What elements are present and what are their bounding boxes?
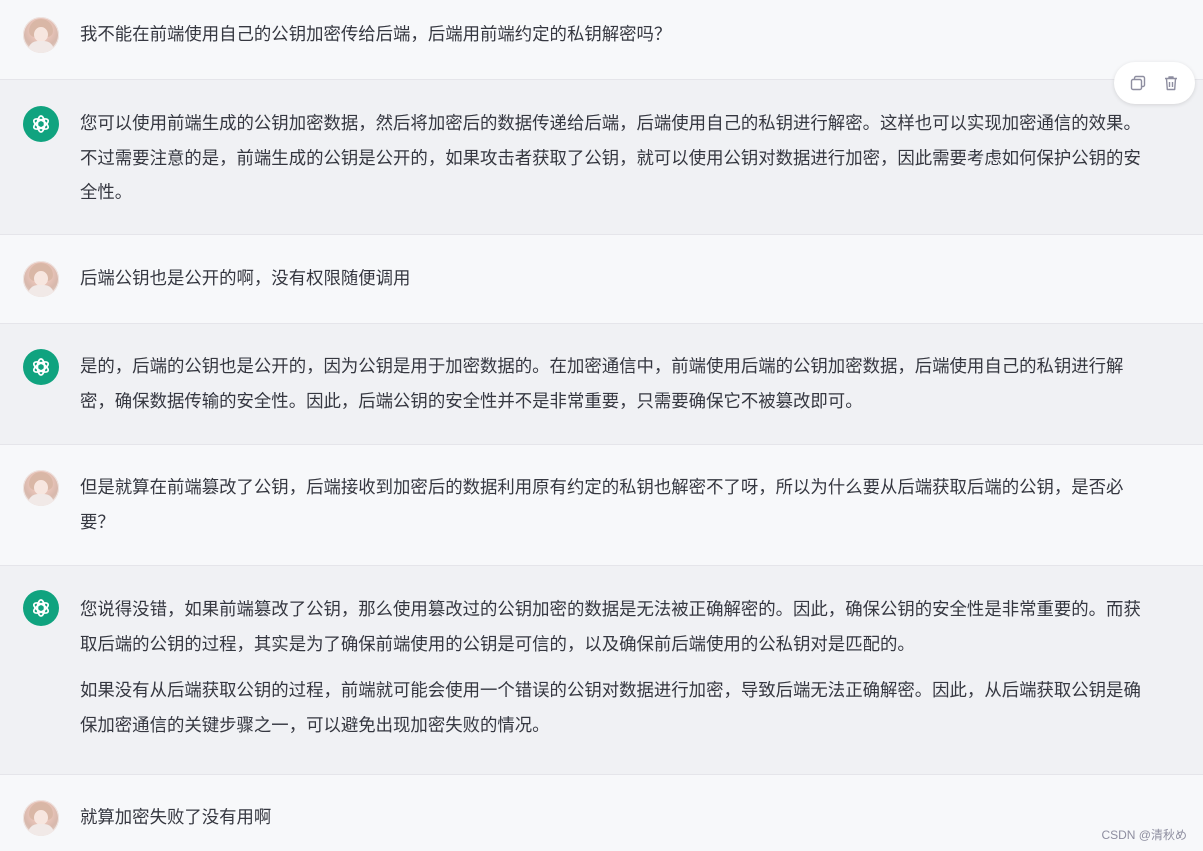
message-user-1: 我不能在前端使用自己的公钥加密传给后端，后端用前端约定的私钥解密吗？ — [0, 0, 1203, 80]
message-user-4: 就算加密失败了没有用啊 — [0, 775, 1203, 851]
message-text: 您可以使用前端生成的公钥加密数据，然后将加密后的数据传递给后端，后端使用自己的私… — [80, 107, 1152, 211]
user-avatar — [23, 800, 59, 836]
assistant-avatar — [23, 590, 59, 626]
message-text: 后端公钥也是公开的啊，没有权限随便调用 — [80, 262, 1152, 297]
message-paragraph: 后端公钥也是公开的啊，没有权限随便调用 — [80, 269, 411, 289]
message-action-bar — [1114, 62, 1195, 104]
user-avatar — [23, 261, 59, 297]
user-avatar — [23, 17, 59, 53]
message-paragraph: 如果没有从后端获取公钥的过程，前端就可能会使用一个错误的公钥对数据进行加密，导致… — [80, 681, 1141, 736]
copy-icon[interactable] — [1127, 72, 1149, 94]
watermark: CSDN @清秋め — [1101, 828, 1187, 842]
user-avatar — [23, 470, 59, 506]
assistant-avatar — [23, 106, 59, 142]
message-text: 您说得没错，如果前端篡改了公钥，那么使用篡改过的公钥加密的数据是无法被正确解密的… — [80, 593, 1152, 743]
trash-icon[interactable] — [1160, 72, 1182, 94]
message-paragraph: 是的，后端的公钥也是公开的，因为公钥是用于加密数据的。在加密通信中，前端使用后端… — [80, 357, 1124, 412]
openai-logo-icon — [32, 115, 50, 133]
message-text: 但是就算在前端篡改了公钥，后端接收到加密后的数据利用原有约定的私钥也解密不了呀，… — [80, 471, 1152, 540]
message-text: 就算加密失败了没有用啊 — [80, 801, 1152, 836]
message-paragraph: 您说得没错，如果前端篡改了公钥，那么使用篡改过的公钥加密的数据是无法被正确解密的… — [80, 600, 1141, 655]
message-assistant-2: 是的，后端的公钥也是公开的，因为公钥是用于加密数据的。在加密通信中，前端使用后端… — [0, 324, 1203, 445]
message-assistant-3: 您说得没错，如果前端篡改了公钥，那么使用篡改过的公钥加密的数据是无法被正确解密的… — [0, 566, 1203, 775]
message-paragraph: 您可以使用前端生成的公钥加密数据，然后将加密后的数据传递给后端，后端使用自己的私… — [80, 114, 1141, 203]
message-paragraph: 但是就算在前端篡改了公钥，后端接收到加密后的数据利用原有约定的私钥也解密不了呀，… — [80, 478, 1124, 533]
message-user-3: 但是就算在前端篡改了公钥，后端接收到加密后的数据利用原有约定的私钥也解密不了呀，… — [0, 445, 1203, 566]
message-text: 是的，后端的公钥也是公开的，因为公钥是用于加密数据的。在加密通信中，前端使用后端… — [80, 350, 1152, 419]
openai-logo-icon — [32, 358, 50, 376]
message-paragraph: 就算加密失败了没有用啊 — [80, 808, 272, 828]
message-assistant-1: 您可以使用前端生成的公钥加密数据，然后将加密后的数据传递给后端，后端使用自己的私… — [0, 80, 1203, 235]
message-paragraph: 我不能在前端使用自己的公钥加密传给后端，后端用前端约定的私钥解密吗？ — [80, 25, 672, 45]
message-text: 我不能在前端使用自己的公钥加密传给后端，后端用前端约定的私钥解密吗？ — [80, 18, 1152, 53]
assistant-avatar — [23, 349, 59, 385]
message-user-2: 后端公钥也是公开的啊，没有权限随便调用 — [0, 235, 1203, 324]
openai-logo-icon — [32, 599, 50, 617]
